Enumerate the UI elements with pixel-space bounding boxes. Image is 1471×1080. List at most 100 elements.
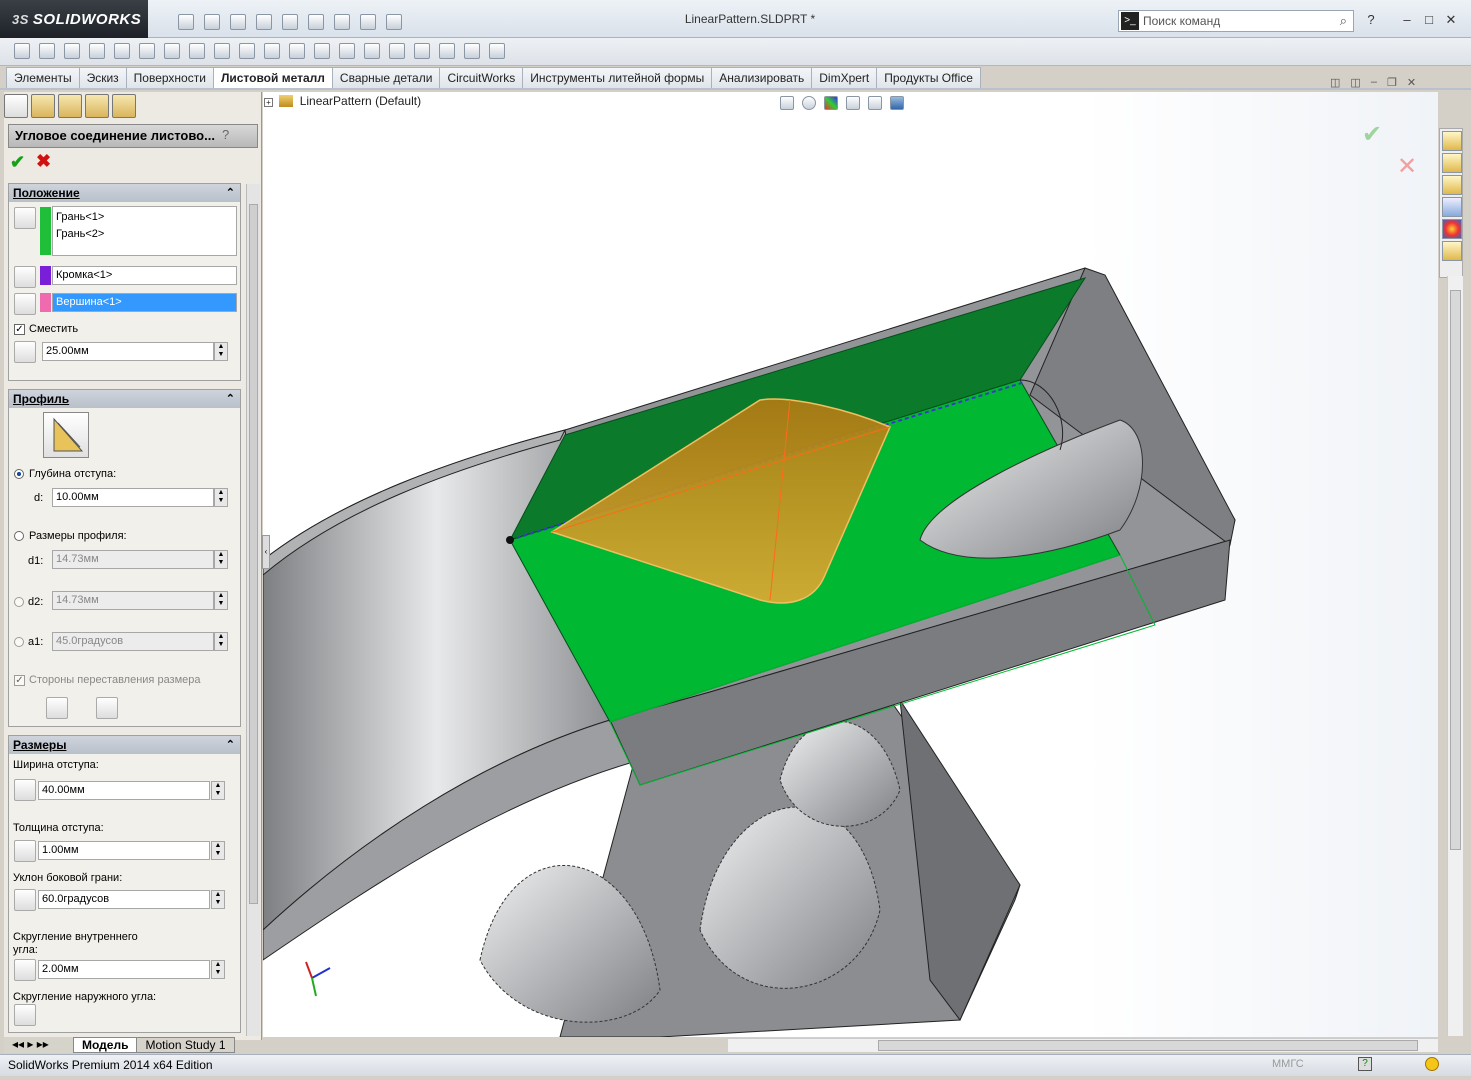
scroll-thumb[interactable]: [878, 1040, 1418, 1051]
doc-restore-icon[interactable]: ❐: [1387, 76, 1397, 89]
tile-right-icon[interactable]: ◫: [1350, 76, 1360, 89]
extruded-cut-icon[interactable]: [289, 43, 305, 59]
convert-to-sheet-metal-icon[interactable]: [39, 43, 55, 59]
rip-icon[interactable]: [489, 43, 505, 59]
face-item-1[interactable]: Грань<1>: [56, 209, 236, 226]
confirm-corner-cancel-icon[interactable]: ✕: [1397, 152, 1417, 181]
open-file-icon[interactable]: [204, 14, 220, 30]
tile-left-icon[interactable]: ◫: [1330, 76, 1340, 89]
file-properties-icon[interactable]: [360, 14, 376, 30]
flip-side-2-icon[interactable]: [96, 697, 118, 719]
tab-motion-study[interactable]: Motion Study 1: [136, 1037, 235, 1053]
tab-weldments[interactable]: Сварные детали: [331, 67, 441, 89]
tab-nav-arrows[interactable]: ◂◂ ▸ ▸▸: [4, 1037, 74, 1053]
tab-mold-tools[interactable]: Инструменты литейной формы: [522, 67, 713, 89]
command-search[interactable]: >_ Поиск команд ⌕: [1118, 10, 1354, 32]
undo-icon[interactable]: [282, 14, 298, 30]
a1-input[interactable]: 45.0градусов: [52, 632, 214, 651]
tab-features[interactable]: Элементы: [6, 67, 80, 89]
unfold-icon[interactable]: [364, 43, 380, 59]
tab-sheet-metal[interactable]: Листовой металл: [212, 67, 333, 90]
dimensions-group-header[interactable]: Размеры ⌃: [9, 736, 240, 754]
inner-fillet-spinner[interactable]: ▲ ▼: [211, 960, 225, 979]
sketched-bend-icon[interactable]: [189, 43, 205, 59]
property-manager-scrollbar[interactable]: [246, 184, 260, 1036]
fold-icon[interactable]: [389, 43, 405, 59]
new-file-icon[interactable]: [178, 14, 194, 30]
profile-dims-radio-row[interactable]: Размеры профиля:: [14, 530, 127, 542]
width-input[interactable]: 40.00мм: [38, 781, 210, 800]
file-explorer-icon[interactable]: [1442, 175, 1462, 195]
configuration-manager-tab-icon[interactable]: [58, 94, 82, 118]
help-icon[interactable]: ?: [1362, 12, 1380, 28]
thickness-input[interactable]: 1.00мм: [38, 841, 210, 860]
vertex-selection-box[interactable]: Вершина<1>: [52, 293, 237, 312]
cancel-x-button[interactable]: ✖: [36, 151, 51, 172]
units-indicator[interactable]: ММГС: [1272, 1058, 1304, 1070]
display-style-icon[interactable]: [802, 96, 816, 110]
vent-icon[interactable]: [339, 43, 355, 59]
viewport-horizontal-scrollbar[interactable]: [728, 1038, 1438, 1052]
collapse-chevron-icon[interactable]: ⌃: [226, 390, 235, 408]
section-view-icon[interactable]: [890, 96, 904, 110]
scroll-thumb[interactable]: [249, 204, 258, 904]
search-icon[interactable]: ⌕: [1340, 13, 1347, 29]
offset-checkbox-row[interactable]: ✓ Сместить: [14, 323, 78, 335]
tree-item-label[interactable]: LinearPattern (Default): [300, 94, 421, 108]
display-manager-tab-icon[interactable]: [112, 94, 136, 118]
swap-sides-row[interactable]: ✓ Стороны переставления размера: [14, 674, 201, 686]
offset-checkbox[interactable]: ✓: [14, 323, 25, 335]
a1-spinner[interactable]: ▲ ▼: [214, 632, 228, 651]
faces-selection-box[interactable]: Грань<1> Грань<2>: [52, 206, 237, 256]
d1-spinner[interactable]: ▲ ▼: [214, 550, 228, 569]
custom-properties-icon[interactable]: [1442, 241, 1462, 261]
appearance-icon[interactable]: [824, 96, 838, 110]
panel-collapse-handle[interactable]: ‹: [262, 535, 270, 569]
swap-sides-checkbox[interactable]: ✓: [14, 674, 25, 686]
d2-spinner[interactable]: ▲ ▼: [214, 591, 228, 610]
view-settings-icon[interactable]: [868, 96, 882, 110]
forming-tool-icon[interactable]: [264, 43, 280, 59]
rebuild-icon[interactable]: [334, 14, 350, 30]
profile-group-header[interactable]: Профиль ⌃: [9, 390, 240, 408]
model-3d-view[interactable]: [263, 92, 1438, 1037]
insert-bends-icon[interactable]: [464, 43, 480, 59]
flip-side-1-icon[interactable]: [46, 697, 68, 719]
lofted-bend-icon[interactable]: [64, 43, 80, 59]
select-icon[interactable]: [308, 14, 324, 30]
doc-minimize-icon[interactable]: –: [1371, 76, 1377, 89]
position-group-header[interactable]: Положение ⌃: [9, 184, 240, 202]
confirm-corner-ok-icon[interactable]: ✔: [1362, 120, 1382, 149]
flatten-icon[interactable]: [414, 43, 430, 59]
offset-spinner[interactable]: ▲ ▼: [214, 342, 228, 361]
feature-manager-tab-icon[interactable]: [4, 94, 28, 118]
simple-hole-icon[interactable]: [314, 43, 330, 59]
help-status-icon[interactable]: ?: [1358, 1057, 1372, 1071]
view-orientation-icon[interactable]: [780, 96, 794, 110]
viewport-vertical-scrollbar[interactable]: [1447, 276, 1463, 1036]
solidworks-resources-icon[interactable]: [1442, 131, 1462, 151]
jog-icon[interactable]: [164, 43, 180, 59]
inner-fillet-input[interactable]: 2.00мм: [38, 960, 210, 979]
cross-break-icon[interactable]: [214, 43, 230, 59]
corners-icon[interactable]: [239, 43, 255, 59]
base-flange-icon[interactable]: [14, 43, 30, 59]
d-spinner[interactable]: ▲ ▼: [214, 488, 228, 507]
edge-flange-icon[interactable]: [89, 43, 105, 59]
pm-help-icon[interactable]: ?: [222, 127, 229, 142]
miter-flange-icon[interactable]: [114, 43, 130, 59]
scroll-thumb[interactable]: [1450, 290, 1461, 850]
property-manager-tab-icon[interactable]: [31, 94, 55, 118]
tab-surfaces[interactable]: Поверхности: [125, 67, 214, 89]
d1-input[interactable]: 14.73мм: [52, 550, 214, 569]
tab-dimxpert[interactable]: DimXpert: [811, 67, 878, 89]
tab-circuitworks[interactable]: CircuitWorks: [439, 67, 524, 89]
collapse-chevron-icon[interactable]: ⌃: [226, 184, 235, 202]
offset-direction-icon[interactable]: [14, 341, 36, 363]
width-spinner[interactable]: ▲ ▼: [211, 781, 225, 800]
selected-vertex-point[interactable]: [506, 536, 514, 544]
depth-radio-row[interactable]: Глубина отступа:: [14, 468, 116, 480]
tab-evaluate[interactable]: Анализировать: [711, 67, 813, 89]
d2-input[interactable]: 14.73мм: [52, 591, 214, 610]
side-angle-spinner[interactable]: ▲ ▼: [211, 890, 225, 909]
